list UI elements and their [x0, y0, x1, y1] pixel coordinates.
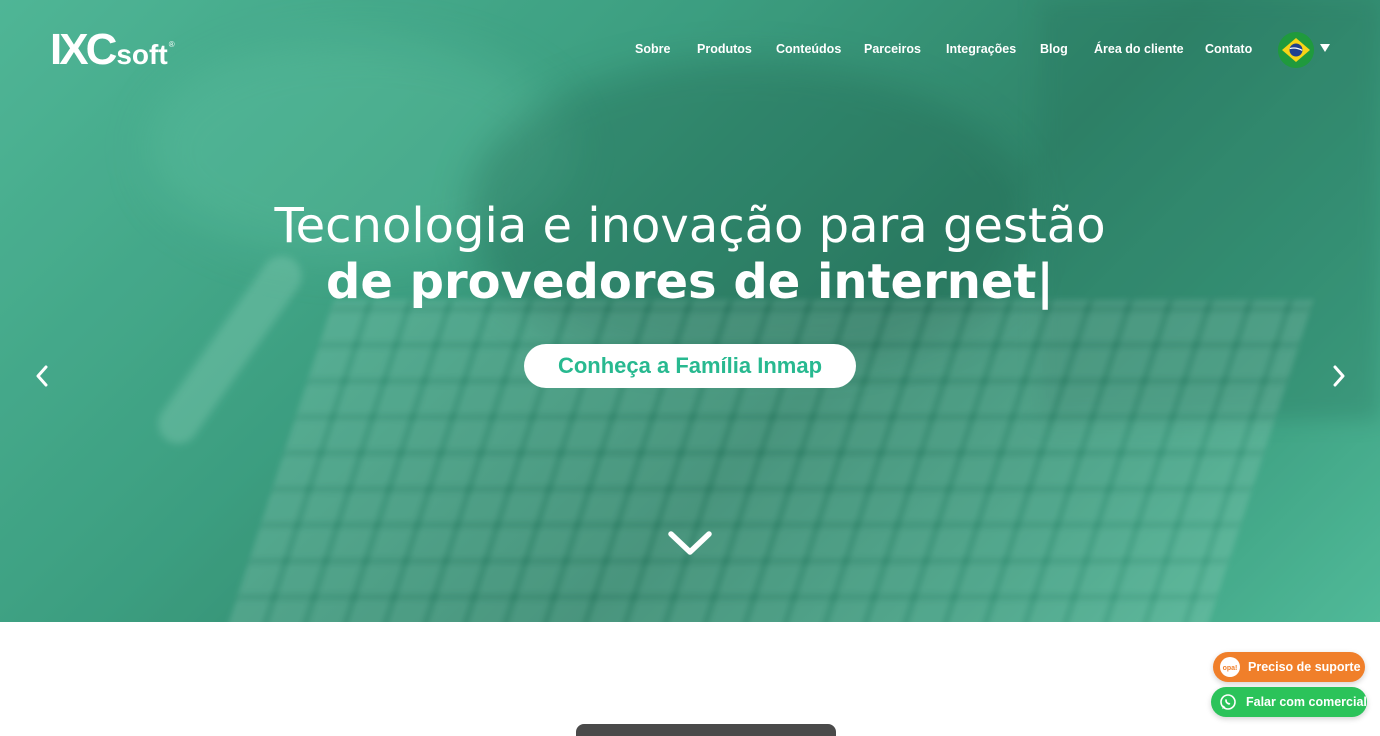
nav-item-conteudos[interactable]: Conteúdos: [776, 42, 841, 56]
chevron-down-icon[interactable]: [666, 528, 714, 558]
support-chat-button[interactable]: opa! Preciso de suporte: [1213, 652, 1365, 682]
headline-line-1: Tecnologia e inovação para gestão: [274, 198, 1106, 254]
nav-item-sobre[interactable]: Sobre: [635, 42, 670, 56]
main-navigation: Sobre Produtos Conteúdos Parceiros Integ…: [0, 38, 1380, 60]
hero-headline: Tecnologia e inovação para gestão de pro…: [0, 198, 1380, 310]
brazil-flag-icon[interactable]: [1278, 32, 1314, 68]
hero-banner: IXC soft ® Sobre Produtos Conteúdos Parc…: [0, 0, 1380, 622]
language-dropdown-caret-icon[interactable]: [1319, 43, 1331, 53]
sales-whatsapp-button[interactable]: Falar com comercial: [1211, 687, 1367, 717]
chevron-right-icon[interactable]: [1329, 362, 1349, 390]
opa-suite-icon: opa!: [1219, 656, 1241, 678]
nav-item-parceiros[interactable]: Parceiros: [864, 42, 921, 56]
whatsapp-icon: [1217, 691, 1239, 713]
nav-item-area-do-cliente[interactable]: Área do cliente: [1094, 42, 1184, 56]
sales-chat-label: Falar com comercial: [1246, 695, 1367, 709]
support-chat-label: Preciso de suporte: [1248, 660, 1361, 674]
svg-text:opa!: opa!: [1223, 665, 1238, 672]
laptop-image-preview: [576, 724, 836, 736]
chevron-left-icon[interactable]: [32, 362, 52, 390]
nav-item-blog[interactable]: Blog: [1040, 42, 1068, 56]
nav-item-contato[interactable]: Contato: [1205, 42, 1252, 56]
cta-button-familia-inmap[interactable]: Conheça a Família Inmap: [524, 344, 856, 388]
nav-item-integracoes[interactable]: Integrações: [946, 42, 1016, 56]
headline-line-2: de provedores de internet|: [326, 254, 1054, 310]
nav-item-produtos[interactable]: Produtos: [697, 42, 752, 56]
